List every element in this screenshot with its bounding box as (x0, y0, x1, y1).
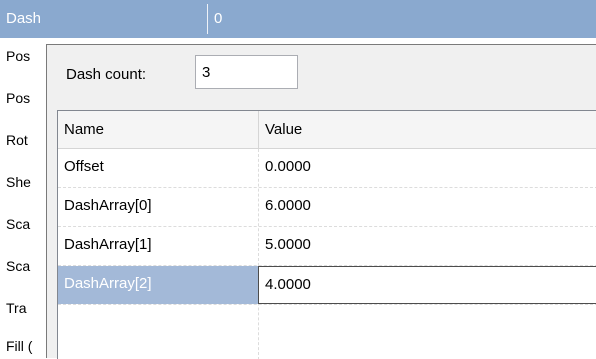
row-name-cell: DashArray[1] (64, 236, 152, 253)
column-header-name[interactable]: Name (64, 121, 104, 138)
property-name-dash: Dash (6, 10, 42, 27)
table-row-selected[interactable]: DashArray[2] 4.0000 (58, 266, 596, 305)
column-divider[interactable] (258, 111, 259, 149)
dash-array-grid: Name Value Offset 0.0000 DashArray[0] 6.… (57, 110, 596, 359)
dash-count-label: Dash count: (66, 66, 147, 83)
row-value-cell[interactable]: 4.0000 (265, 276, 311, 293)
selected-name-cell[interactable]: DashArray[2] (58, 266, 258, 304)
row-name-cell: Offset (64, 158, 104, 175)
row-value-cell[interactable]: 0.0000 (265, 158, 311, 175)
table-row[interactable]: DashArray[0] 6.0000 (58, 188, 596, 227)
dash-editor-popup: Dash count: Name Value Offset 0.0000 Das… (46, 44, 596, 359)
row-name-cell: DashArray[0] (64, 197, 152, 214)
value-edit-field[interactable]: 4.0000 (258, 266, 596, 304)
row-value-cell[interactable]: 6.0000 (265, 197, 311, 214)
property-item[interactable]: Sca (6, 258, 30, 274)
grid-header-row: Name Value (58, 111, 596, 149)
table-row[interactable]: Offset 0.0000 (58, 149, 596, 188)
property-item[interactable]: She (6, 174, 31, 190)
property-grid-header-row[interactable]: Dash 0 (0, 0, 596, 38)
table-row[interactable]: DashArray[1] 5.0000 (58, 227, 596, 266)
column-header-value[interactable]: Value (265, 121, 302, 138)
row-value-cell[interactable]: 5.0000 (265, 236, 311, 253)
table-row-empty[interactable] (58, 305, 596, 344)
property-item[interactable]: Pos (6, 90, 30, 106)
row-name-cell: DashArray[2] (64, 275, 152, 292)
property-item[interactable]: Rot (6, 132, 28, 148)
property-item[interactable]: Sca (6, 216, 30, 232)
dash-count-input[interactable] (195, 55, 298, 89)
property-value-dash[interactable]: 0 (214, 10, 222, 27)
property-item[interactable]: Tra (6, 300, 26, 316)
property-item[interactable]: Pos (6, 48, 30, 64)
column-divider (207, 4, 208, 34)
property-grid-names-column: Pos Pos Rot She Sca Sca Tra Fill ( (0, 38, 46, 358)
property-item[interactable]: Fill ( (6, 338, 32, 354)
